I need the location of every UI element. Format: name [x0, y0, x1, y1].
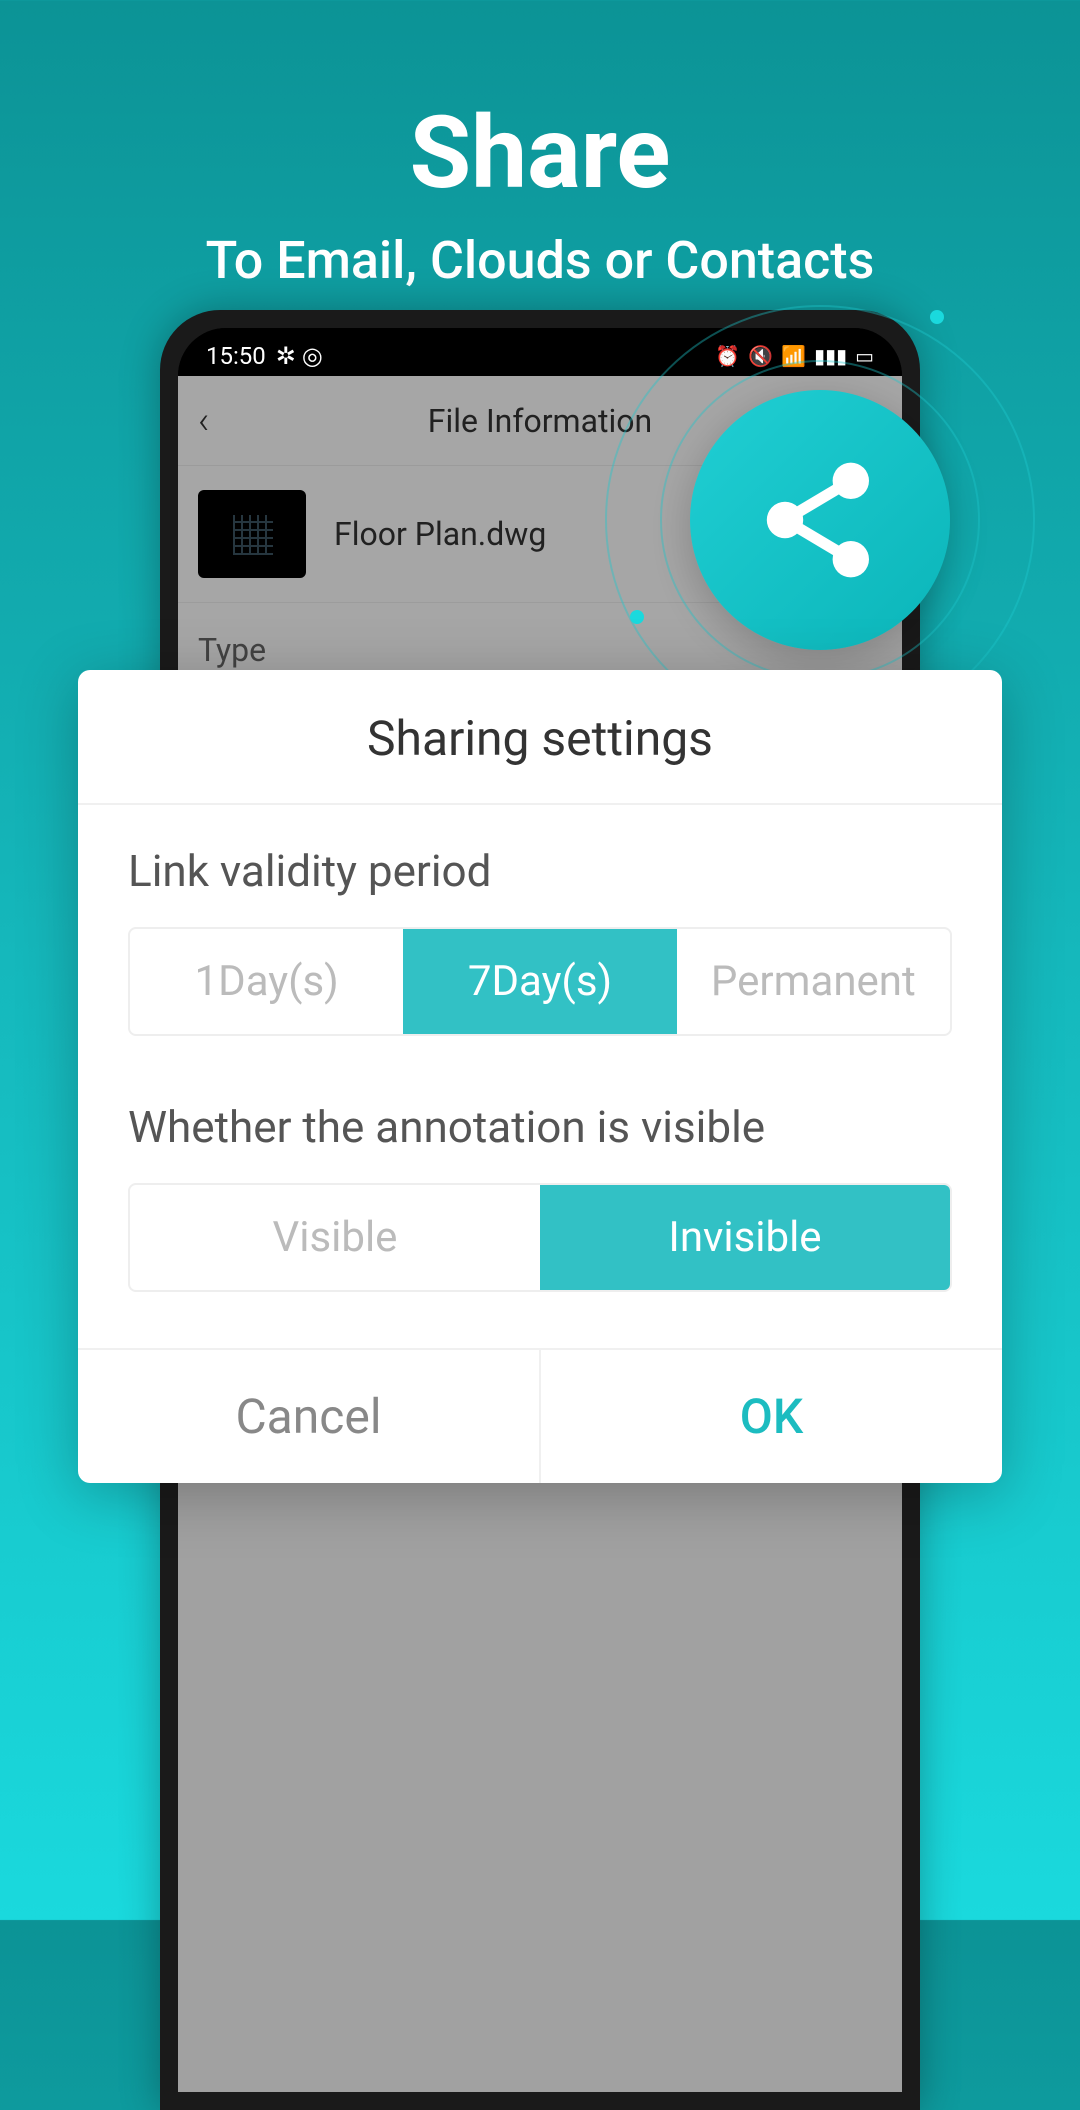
cancel-button[interactable]: Cancel [78, 1350, 541, 1483]
modal-title: Sharing settings [78, 670, 1002, 805]
annotation-label: Whether the annotation is visible [128, 1101, 952, 1153]
annotation-segment: Visible Invisible [128, 1183, 952, 1292]
validity-option-7day[interactable]: 7Day(s) [403, 929, 676, 1034]
status-icon-misc: ✲ ◎ [276, 342, 323, 370]
ok-button[interactable]: OK [541, 1350, 1002, 1483]
annotation-option-invisible[interactable]: Invisible [540, 1185, 950, 1290]
validity-segment: 1Day(s) 7Day(s) Permanent [128, 927, 952, 1036]
validity-option-1day[interactable]: 1Day(s) [130, 929, 403, 1034]
orbit-dot [630, 610, 644, 624]
share-orbit [680, 380, 960, 660]
validity-option-permanent[interactable]: Permanent [677, 929, 950, 1034]
share-icon [750, 450, 890, 590]
orbit-dot [930, 310, 944, 324]
share-button[interactable] [690, 390, 950, 650]
modal-footer: Cancel OK [78, 1348, 1002, 1483]
hero-title: Share [0, 0, 1080, 212]
annotation-option-visible[interactable]: Visible [130, 1185, 540, 1290]
sharing-settings-modal: Sharing settings Link validity period 1D… [78, 670, 1002, 1483]
hero-subtitle: To Email, Clouds or Contacts [0, 230, 1080, 291]
status-time: 15:50 [206, 342, 266, 370]
validity-label: Link validity period [128, 845, 952, 897]
